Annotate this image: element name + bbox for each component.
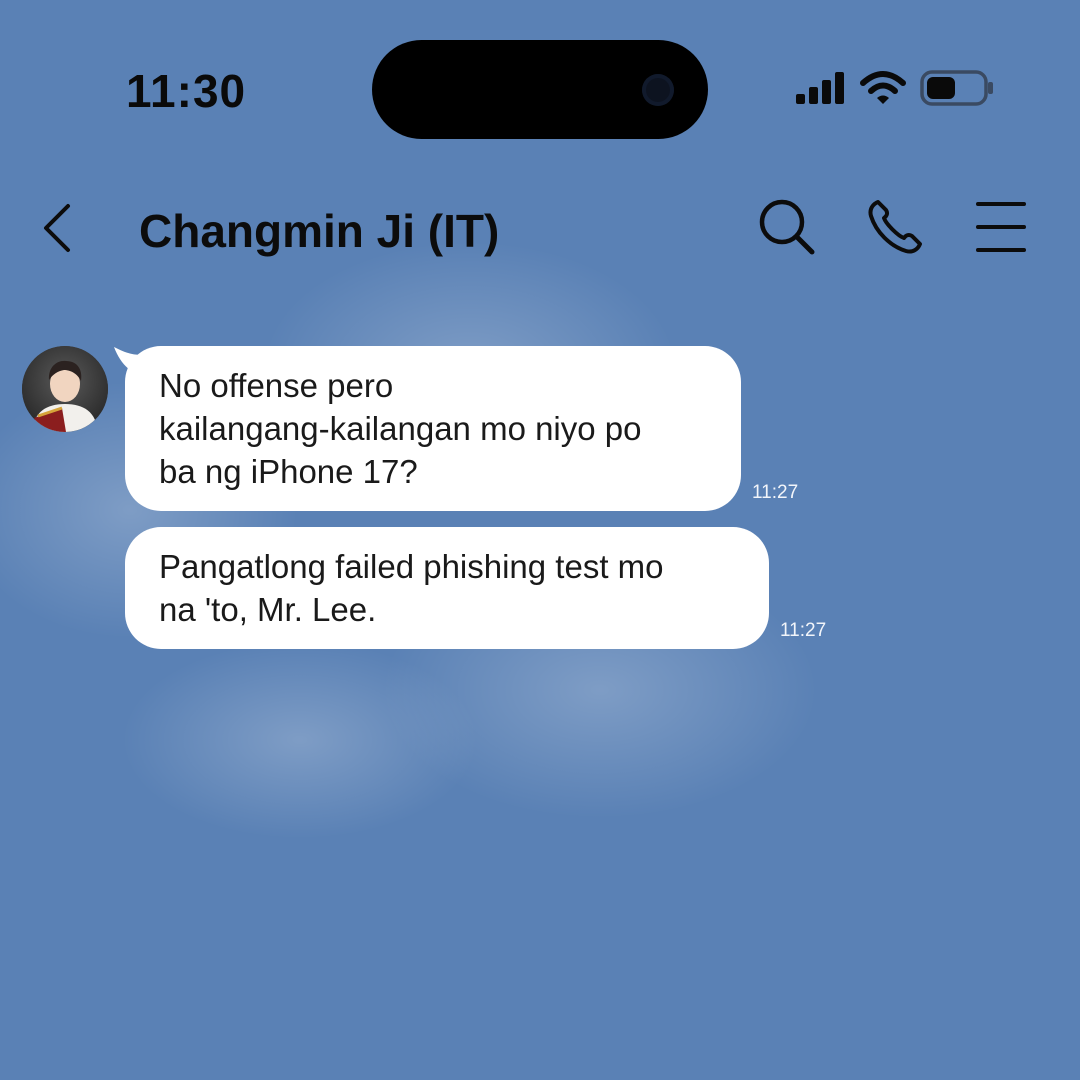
message-timestamp: 11:27 — [780, 620, 827, 641]
search-icon[interactable] — [756, 196, 818, 258]
avatar[interactable] — [22, 346, 108, 432]
chat-title: Changmin Ji (IT) — [139, 205, 500, 257]
battery-icon — [920, 70, 993, 106]
menu-icon[interactable] — [972, 196, 1030, 258]
message-text: No offense pero kailangang-kailangan mo … — [159, 367, 642, 490]
cellular-signal-icon — [796, 72, 844, 104]
message-bubble[interactable]: No offense pero kailangang-kailangan mo … — [125, 346, 741, 511]
phone-icon[interactable] — [864, 196, 926, 258]
wifi-icon — [860, 71, 906, 104]
status-time: 11:30 — [126, 65, 247, 117]
back-button[interactable] — [36, 200, 80, 256]
dynamic-island — [372, 40, 708, 139]
camera-icon — [642, 74, 674, 106]
message-timestamp: 11:27 — [752, 482, 799, 503]
avatar-image — [22, 346, 108, 432]
message-text: Pangatlong failed phishing test mo na 't… — [159, 548, 664, 628]
status-icons — [796, 70, 994, 106]
message-bubble[interactable]: Pangatlong failed phishing test mo na 't… — [125, 527, 769, 649]
